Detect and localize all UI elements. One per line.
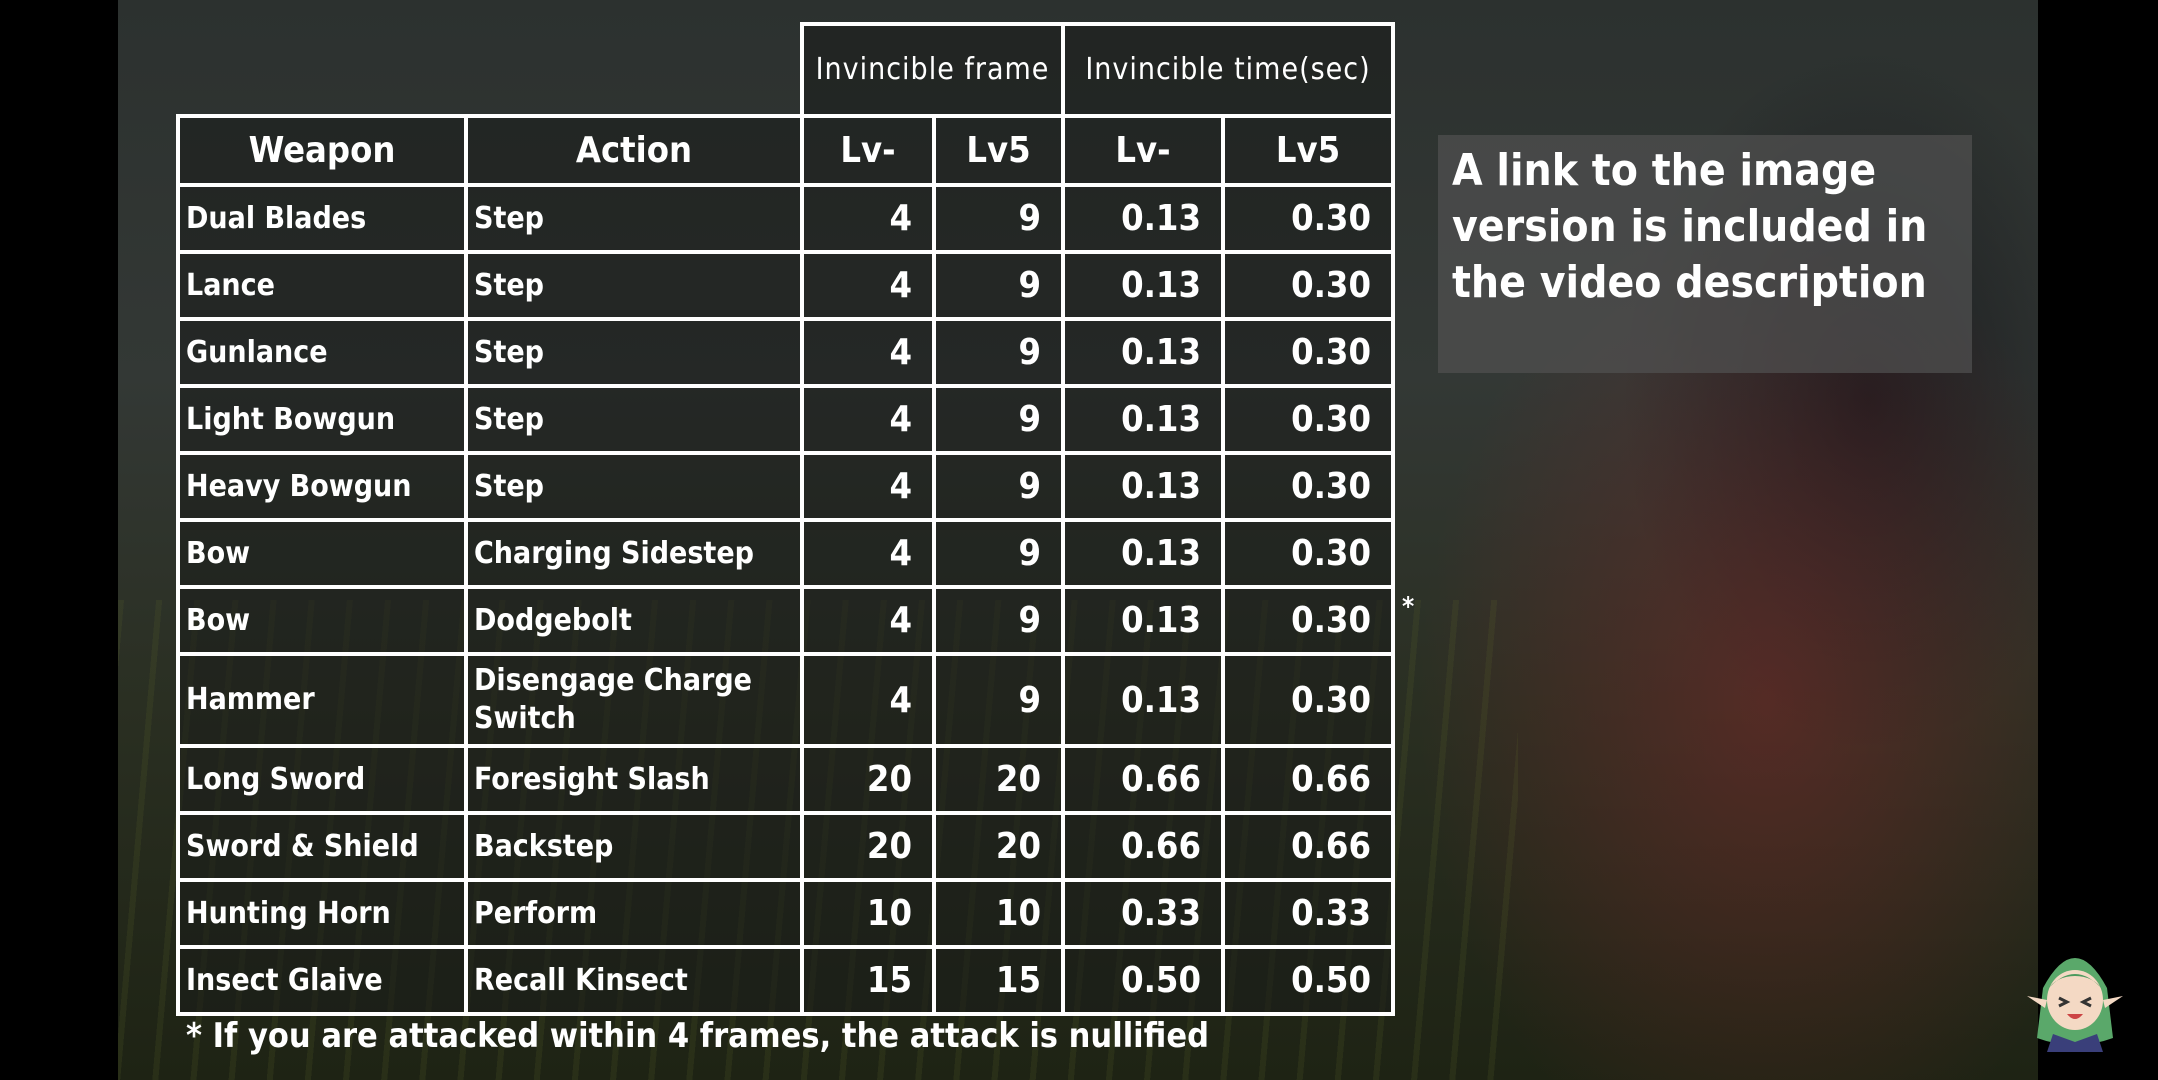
value-cell: 0.13: [1061, 384, 1225, 455]
weapon-cell: Long Sword: [176, 744, 468, 815]
value-cell: 9: [932, 451, 1065, 522]
value-cell: 0.66: [1061, 744, 1225, 815]
value-cell: 0.13: [1061, 652, 1225, 748]
weapon-cell: Bow: [176, 585, 468, 656]
footnote: * If you are attacked within 4 frames, t…: [186, 1016, 1209, 1056]
value-cell: 9: [932, 384, 1065, 455]
action-cell: Perform: [464, 878, 804, 949]
value-cell: 0.30: [1221, 384, 1395, 455]
value-cell: 9: [932, 317, 1065, 388]
action-cell: Step: [464, 384, 804, 455]
value-cell: 0.13: [1061, 317, 1225, 388]
value-cell: 0.30: [1221, 652, 1395, 748]
dodgebolt-marker: *: [1402, 592, 1415, 622]
value-cell: 4: [800, 585, 936, 656]
weapon-cell: Hammer: [176, 652, 468, 748]
weapon-cell: Insect Glaive: [176, 945, 468, 1016]
value-cell: 20: [800, 811, 936, 882]
value-cell: 15: [800, 945, 936, 1016]
action-cell: Dodgebolt: [464, 585, 804, 656]
action-cell: Disengage Charge Switch: [464, 652, 804, 748]
chibi-character-icon: [2027, 958, 2123, 1052]
value-cell: 0.30: [1221, 183, 1395, 254]
value-cell: 0.30: [1221, 451, 1395, 522]
value-cell: 0.30: [1221, 250, 1395, 321]
value-cell: 9: [932, 183, 1065, 254]
value-cell: 9: [932, 518, 1065, 589]
weapon-cell: Light Bowgun: [176, 384, 468, 455]
value-cell: 0.50: [1061, 945, 1225, 1016]
value-cell: 20: [932, 811, 1065, 882]
value-cell: 4: [800, 183, 936, 254]
value-cell: 0.30: [1221, 317, 1395, 388]
weapon-cell: Gunlance: [176, 317, 468, 388]
value-cell: 4: [800, 317, 936, 388]
action-cell: Backstep: [464, 811, 804, 882]
weapon-cell: Bow: [176, 518, 468, 589]
value-cell: 4: [800, 518, 936, 589]
weapon-cell: Dual Blades: [176, 183, 468, 254]
action-cell: Charging Sidestep: [464, 518, 804, 589]
group-header-time: Invincible time(sec): [1061, 22, 1395, 118]
weapon-cell: Lance: [176, 250, 468, 321]
value-cell: 0.13: [1061, 250, 1225, 321]
value-cell: 15: [932, 945, 1065, 1016]
value-cell: 0.33: [1061, 878, 1225, 949]
value-cell: 9: [932, 652, 1065, 748]
column-header: Weapon: [176, 114, 468, 187]
action-cell: Recall Kinsect: [464, 945, 804, 1016]
value-cell: 20: [932, 744, 1065, 815]
value-cell: 0.50: [1221, 945, 1395, 1016]
weapon-cell: Sword & Shield: [176, 811, 468, 882]
value-cell: 10: [800, 878, 936, 949]
value-cell: 0.13: [1061, 451, 1225, 522]
value-cell: 0.30: [1221, 585, 1395, 656]
value-cell: 4: [800, 652, 936, 748]
value-cell: 0.13: [1061, 585, 1225, 656]
info-box: A link to the image version is included …: [1438, 135, 1972, 373]
weapon-cell: Hunting Horn: [176, 878, 468, 949]
value-cell: 10: [932, 878, 1065, 949]
value-cell: 0.33: [1221, 878, 1395, 949]
weapon-cell: Heavy Bowgun: [176, 451, 468, 522]
column-header: Lv-: [800, 114, 936, 187]
value-cell: 0.30: [1221, 518, 1395, 589]
action-cell: Step: [464, 317, 804, 388]
value-cell: 4: [800, 250, 936, 321]
column-header: Action: [464, 114, 804, 187]
value-cell: 0.66: [1061, 811, 1225, 882]
action-cell: Step: [464, 183, 804, 254]
value-cell: 0.13: [1061, 518, 1225, 589]
value-cell: 0.66: [1221, 744, 1395, 815]
value-cell: 9: [932, 585, 1065, 656]
column-header: Lv5: [1221, 114, 1395, 187]
value-cell: 0.13: [1061, 183, 1225, 254]
column-header: Lv5: [932, 114, 1065, 187]
value-cell: 4: [800, 384, 936, 455]
column-header: Lv-: [1061, 114, 1225, 187]
value-cell: 9: [932, 250, 1065, 321]
group-header-frame: Invincible frame: [800, 22, 1065, 118]
value-cell: 0.66: [1221, 811, 1395, 882]
action-cell: Foresight Slash: [464, 744, 804, 815]
action-cell: Step: [464, 451, 804, 522]
value-cell: 4: [800, 451, 936, 522]
action-cell: Step: [464, 250, 804, 321]
value-cell: 20: [800, 744, 936, 815]
